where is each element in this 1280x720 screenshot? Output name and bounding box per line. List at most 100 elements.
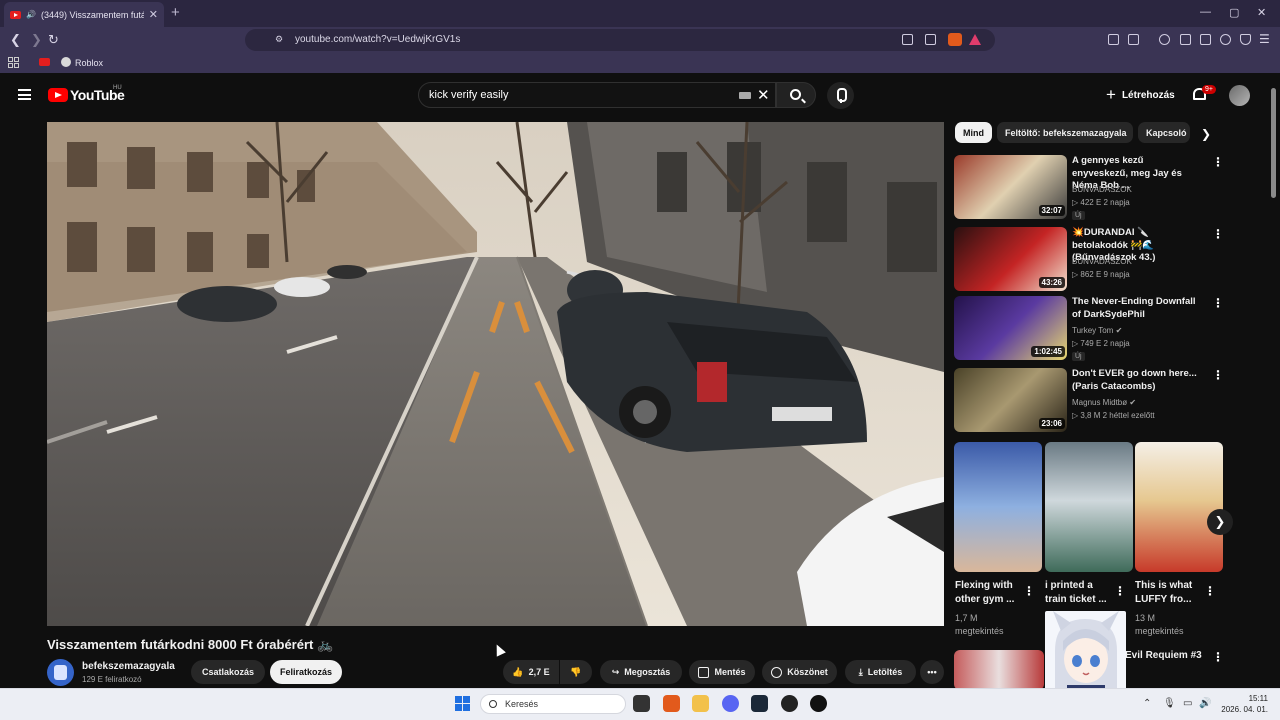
- search-button[interactable]: [776, 82, 816, 108]
- short-title[interactable]: i printed a train ticket ...: [1045, 579, 1107, 607]
- wallet-icon[interactable]: [1200, 34, 1211, 45]
- video-thumbnail[interactable]: 43:26: [954, 227, 1067, 291]
- hamburger-menu-icon[interactable]: [18, 89, 31, 100]
- recommendation-channel[interactable]: BŰNVADÁSZOK: [1072, 185, 1132, 194]
- share-page-icon[interactable]: [925, 34, 936, 45]
- download-button[interactable]: ⤓ Letöltés: [845, 660, 916, 684]
- video-thumbnail[interactable]: 1:02:45: [954, 296, 1067, 360]
- short-views: 1,7 M megtekintés: [955, 612, 1004, 638]
- obs-icon[interactable]: [810, 695, 827, 712]
- forward-icon[interactable]: ❯: [31, 32, 42, 48]
- account-avatar[interactable]: [1229, 85, 1250, 106]
- video-thumbnail[interactable]: 23:06: [954, 368, 1067, 432]
- recommendation-item[interactable]: 43:26 💥DURANDAI 🔪betolakodók 🚧🌊(Bűnvadás…: [954, 227, 1224, 293]
- short-thumbnail[interactable]: [1135, 442, 1223, 572]
- recommendation-title[interactable]: Evil Requiem #3: [1125, 650, 1202, 661]
- recommendation-title[interactable]: Don't EVER go down here... (Paris Cataco…: [1072, 368, 1198, 393]
- brave-shield-icon[interactable]: [948, 33, 962, 46]
- volume-icon[interactable]: 🔊: [1199, 698, 1211, 709]
- clear-search-icon[interactable]: ✕: [757, 86, 770, 104]
- recommendation-channel[interactable]: Turkey Tom ✔: [1072, 326, 1122, 335]
- menu-icon[interactable]: ☰: [1259, 32, 1270, 46]
- more-options-icon[interactable]: ⋮: [1212, 296, 1224, 310]
- dislike-button[interactable]: 👎: [560, 660, 592, 684]
- save-button[interactable]: Mentés: [689, 660, 755, 684]
- cast-icon[interactable]: [902, 34, 913, 45]
- short-thumbnail[interactable]: [1045, 442, 1133, 572]
- page-scrollbar[interactable]: [1271, 88, 1276, 198]
- recommendation-title[interactable]: The Never-Ending Downfall of DarkSydePhi…: [1072, 296, 1198, 321]
- more-options-icon[interactable]: ⋮: [1023, 584, 1035, 598]
- screenshot-icon[interactable]: [1128, 34, 1139, 45]
- microphone-icon[interactable]: 🎙: [1163, 698, 1176, 709]
- recommendation-item[interactable]: 1:02:45 The Never-Ending Downfall of Dar…: [954, 296, 1224, 362]
- voice-search-icon[interactable]: [827, 82, 854, 109]
- task-view-icon[interactable]: [633, 695, 650, 712]
- close-tab-icon[interactable]: ✕: [149, 8, 158, 21]
- audio-icon[interactable]: 🔊: [26, 10, 36, 19]
- chip-related[interactable]: Kapcsoló: [1138, 122, 1190, 143]
- video-thumbnail[interactable]: [954, 650, 1044, 690]
- vpn-shield-icon[interactable]: [1240, 34, 1251, 45]
- save-playlist-icon: [698, 666, 710, 678]
- site-settings-icon[interactable]: ⚙: [275, 34, 283, 45]
- chevron-right-icon[interactable]: ❯: [1201, 127, 1211, 141]
- chip-all[interactable]: Mind: [955, 122, 992, 143]
- leo-ai-icon[interactable]: [1220, 34, 1231, 45]
- maximize-button[interactable]: ▢: [1229, 6, 1239, 19]
- system-clock[interactable]: 15:11 2026. 04. 01.: [1216, 693, 1268, 715]
- recommendation-channel[interactable]: BŰNVADÁSZOK: [1072, 257, 1132, 266]
- short-title[interactable]: Flexing with other gym ...: [955, 579, 1014, 607]
- more-options-icon[interactable]: ⋮: [1212, 155, 1224, 169]
- youtube-bookmark-icon[interactable]: [39, 58, 50, 66]
- share-button[interactable]: ↪ Megosztás: [600, 660, 682, 684]
- reload-icon[interactable]: ↻: [48, 32, 59, 48]
- channel-avatar[interactable]: [47, 659, 74, 686]
- browser-tab[interactable]: 🔊 (3449) Visszamentem futárk... ✕: [4, 2, 164, 27]
- music-icon[interactable]: [1159, 34, 1170, 45]
- windows-start-icon[interactable]: [455, 696, 470, 711]
- network-icon[interactable]: ▭: [1183, 698, 1192, 709]
- short-title[interactable]: This is what LUFFY fro...: [1135, 579, 1192, 607]
- taskbar-search[interactable]: Keresés: [480, 694, 626, 714]
- more-options-icon[interactable]: ⋮: [1212, 368, 1224, 382]
- short-thumbnail[interactable]: [954, 442, 1042, 572]
- app-icon[interactable]: [781, 695, 798, 712]
- minimize-button[interactable]: —: [1200, 6, 1211, 18]
- steam-icon[interactable]: [751, 695, 768, 712]
- more-actions-button[interactable]: •••: [920, 660, 944, 684]
- short-view-count: 13 M: [1135, 613, 1156, 623]
- search-query: kick verify easily: [429, 89, 509, 101]
- more-options-icon[interactable]: ⋮: [1204, 584, 1216, 598]
- thanks-button[interactable]: Köszönet: [762, 660, 837, 684]
- like-button[interactable]: 👍 2,7 E: [503, 660, 559, 684]
- chip-uploader[interactable]: Feltöltő: befekszemazagyala: [997, 122, 1133, 143]
- back-icon[interactable]: ❮: [10, 32, 21, 48]
- close-window-button[interactable]: ✕: [1257, 6, 1266, 19]
- keyboard-icon[interactable]: [739, 92, 751, 99]
- tray-expand-icon[interactable]: ⌃: [1143, 698, 1151, 709]
- video-thumbnail[interactable]: 32:07: [954, 155, 1067, 219]
- more-options-icon[interactable]: ⋮: [1212, 227, 1224, 241]
- brave-browser-icon[interactable]: [663, 695, 680, 712]
- shorts-next-button[interactable]: ❯: [1207, 509, 1233, 535]
- create-button[interactable]: + Létrehozás: [1098, 84, 1180, 106]
- new-tab-button[interactable]: +: [171, 4, 180, 21]
- bookmark-roblox[interactable]: Roblox: [75, 58, 103, 68]
- video-player[interactable]: [47, 122, 944, 626]
- more-options-icon[interactable]: ⋮: [1114, 584, 1126, 598]
- channel-name[interactable]: befekszemazagyala: [82, 661, 175, 672]
- rewards-icon[interactable]: [969, 34, 981, 45]
- discord-icon[interactable]: [722, 695, 739, 712]
- recommendation-channel[interactable]: Magnus Midtbø ✔: [1072, 398, 1136, 407]
- youtube-logo-icon[interactable]: [48, 88, 68, 102]
- file-explorer-icon[interactable]: [692, 695, 709, 712]
- recommendation-item[interactable]: 32:07 A gennyes kezű enyveskezű, meg Jay…: [954, 155, 1224, 221]
- join-button[interactable]: Csatlakozás: [191, 660, 265, 684]
- more-options-icon[interactable]: ⋮: [1212, 650, 1224, 664]
- extensions-icon[interactable]: [1108, 34, 1119, 45]
- apps-grid-icon[interactable]: [8, 57, 19, 68]
- recommendation-item[interactable]: 23:06 Don't EVER go down here... (Paris …: [954, 368, 1224, 434]
- sidebar-icon[interactable]: [1180, 34, 1191, 45]
- subscribe-button[interactable]: Feliratkozás: [270, 660, 342, 684]
